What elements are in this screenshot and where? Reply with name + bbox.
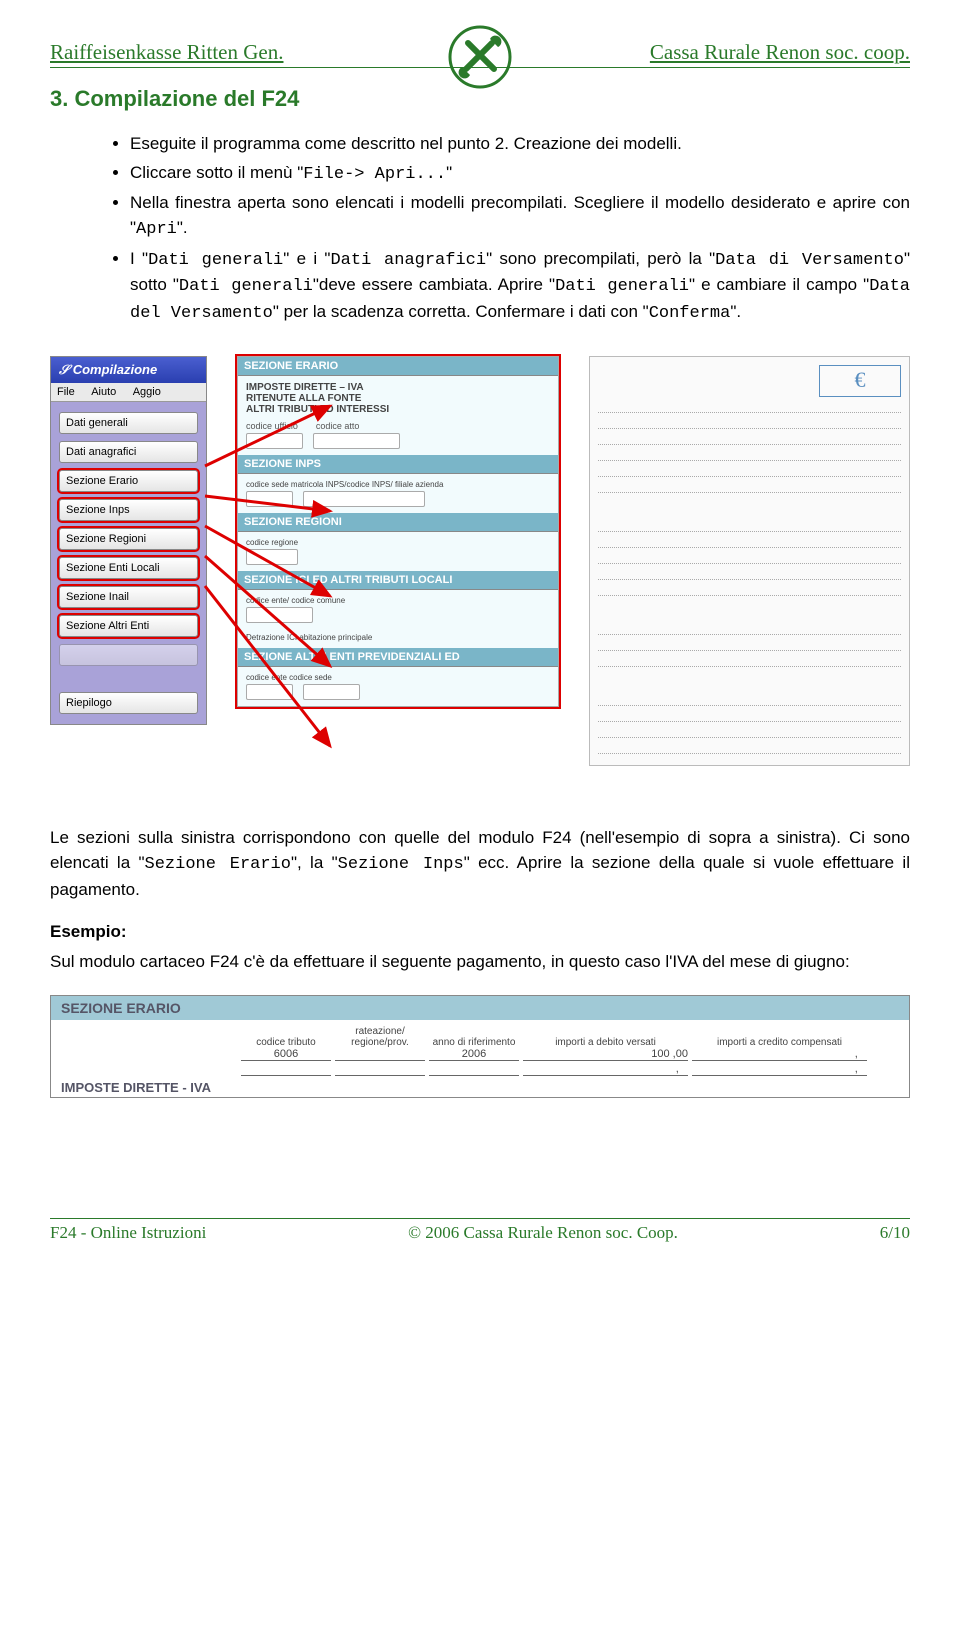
- menu-aggio[interactable]: Aggio: [133, 386, 161, 398]
- euro-icon: €: [819, 365, 901, 397]
- footer-center: © 2006 Cassa Rurale Renon soc. Coop.: [408, 1223, 678, 1243]
- btn-sezione-altri-enti[interactable]: Sezione Altri Enti: [59, 615, 198, 637]
- form-head-inps: SEZIONE INPS: [238, 455, 558, 474]
- bullet-1: Eseguite il programma come descritto nel…: [130, 132, 910, 157]
- bullet-4: I "Dati generali" e i "Dati anagrafici" …: [130, 247, 910, 327]
- erario-example: SEZIONE ERARIO codice tributo6006 rateaz…: [50, 995, 910, 1098]
- form-sections: SEZIONE ERARIO IMPOSTE DIRETTE – IVA RIT…: [237, 356, 559, 707]
- btn-disabled: [59, 644, 198, 666]
- example-label: Esempio:: [50, 922, 910, 942]
- paragraph-1: Le sezioni sulla sinistra corrispondono …: [50, 826, 910, 902]
- input-inps-matricola[interactable]: [303, 491, 425, 507]
- logo-icon: [448, 25, 512, 89]
- btn-riepilogo[interactable]: Riepilogo: [59, 692, 198, 714]
- input-altri-sede[interactable]: [303, 684, 360, 700]
- btn-sezione-erario[interactable]: Sezione Erario: [59, 470, 198, 492]
- btn-sezione-inail[interactable]: Sezione Inail: [59, 586, 198, 608]
- erario-head: SEZIONE ERARIO: [51, 996, 909, 1020]
- btn-sezione-inps[interactable]: Sezione Inps: [59, 499, 198, 521]
- header-right: Cassa Rurale Renon soc. coop.: [650, 40, 910, 65]
- btn-dati-generali[interactable]: Dati generali: [59, 412, 198, 434]
- btn-sezione-regioni[interactable]: Sezione Regioni: [59, 528, 198, 550]
- footer-right: 6/10: [880, 1223, 910, 1243]
- form-head-erario: SEZIONE ERARIO: [238, 357, 558, 376]
- btn-sezione-enti-locali[interactable]: Sezione Enti Locali: [59, 557, 198, 579]
- bullet-3: Nella finestra aperta sono elencati i mo…: [130, 191, 910, 242]
- section-title: 3. Compilazione del F24: [50, 86, 910, 112]
- header-left: Raiffeisenkasse Ritten Gen.: [50, 40, 283, 65]
- screenshot-composite: 𝒮 Compilazione File Aiuto Aggio Dati gen…: [50, 356, 910, 796]
- form-right-preview: €: [589, 356, 910, 766]
- input-inps-sede[interactable]: [246, 491, 293, 507]
- menu-file[interactable]: File: [57, 386, 75, 398]
- app-title: 𝒮 Compilazione: [51, 357, 206, 383]
- form-head-altri: SEZIONE ALTRI ENTI PREVIDENZIALI ED: [238, 648, 558, 667]
- input-altri-ente[interactable]: [246, 684, 293, 700]
- form-head-regioni: SEZIONE REGIONI: [238, 513, 558, 532]
- app-sidebar: 𝒮 Compilazione File Aiuto Aggio Dati gen…: [50, 356, 207, 725]
- form-head-ici: SEZIONE ICI ED ALTRI TRIBUTI LOCALI: [238, 571, 558, 590]
- menu-aiuto[interactable]: Aiuto: [91, 386, 116, 398]
- erario-sub: IMPOSTE DIRETTE - IVA: [61, 1080, 899, 1095]
- input-regione[interactable]: [246, 549, 298, 565]
- input-codice-atto[interactable]: [313, 433, 400, 449]
- input-ici[interactable]: [246, 607, 313, 623]
- paragraph-2: Sul modulo cartaceo F24 c'è da effettuar…: [50, 950, 910, 975]
- instruction-list: Eseguite il programma come descritto nel…: [50, 132, 910, 326]
- page-footer: F24 - Online Istruzioni © 2006 Cassa Rur…: [50, 1218, 910, 1243]
- footer-left: F24 - Online Istruzioni: [50, 1223, 206, 1243]
- bullet-2: Cliccare sotto il menù "File-> Apri...": [130, 161, 910, 188]
- input-codice-ufficio[interactable]: [246, 433, 303, 449]
- btn-dati-anagrafici[interactable]: Dati anagrafici: [59, 441, 198, 463]
- app-menubar: File Aiuto Aggio: [51, 383, 206, 402]
